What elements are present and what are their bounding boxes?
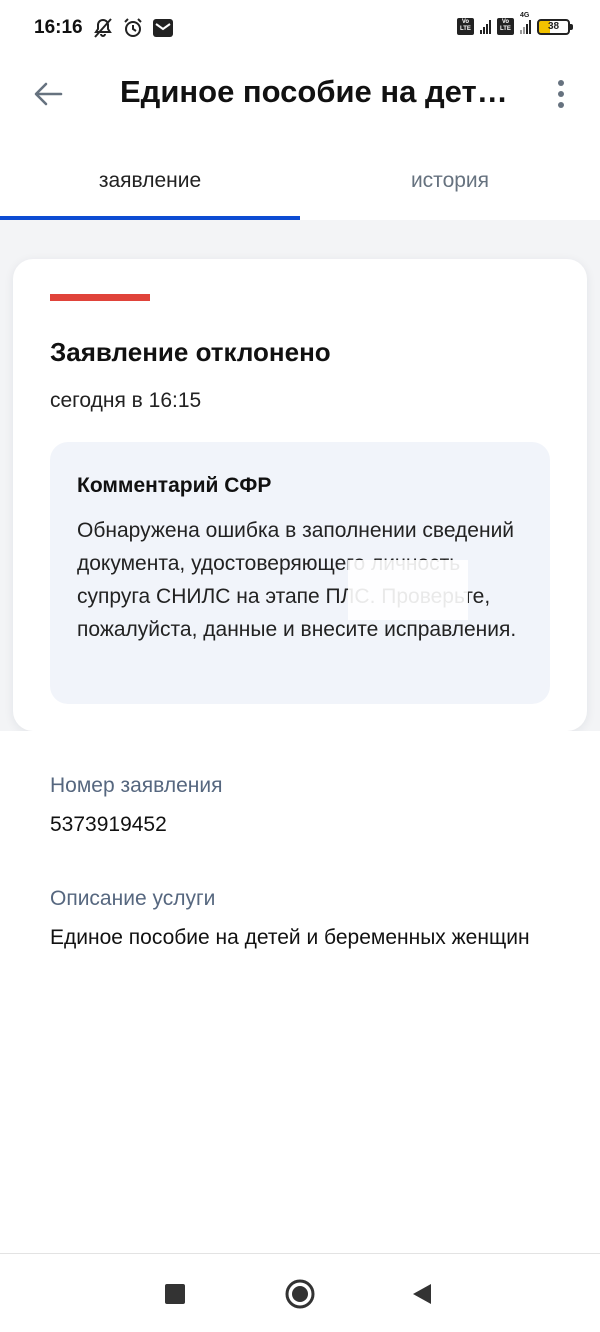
back-button[interactable] xyxy=(30,76,66,112)
mail-icon xyxy=(152,17,174,44)
app-bar: Единое пособие на детей и беременных жен… xyxy=(0,58,600,134)
application-number-value: 5373919452 xyxy=(50,813,167,836)
tab-indicator xyxy=(0,216,300,220)
application-number-label: Номер заявления xyxy=(50,774,223,797)
tab-application[interactable]: заявление xyxy=(0,134,300,220)
tabs: заявление история xyxy=(0,134,600,220)
service-description-value: Единое пособие на детей и беременных жен… xyxy=(50,926,530,949)
status-right-icons: Vo LTE Vo LTE 4G 38 xyxy=(457,12,573,35)
comment-text: Обнаружена ошибка в заполнении сведений … xyxy=(77,519,517,641)
volte-icon: Vo LTE xyxy=(497,18,514,35)
service-description-block: Описание услуги Единое пособие на детей … xyxy=(50,887,570,954)
service-description-label: Описание услуги xyxy=(50,887,216,910)
status-left-icons xyxy=(92,17,174,44)
page-title: Единое пособие на детей и беременных жен… xyxy=(120,74,520,109)
status-date: сегодня в 16:15 xyxy=(50,389,202,412)
tab-history[interactable]: история xyxy=(300,134,600,220)
signal-icon xyxy=(480,19,491,34)
comment-box: Комментарий СФР Обнаружена ошибка в запо… xyxy=(50,442,550,704)
status-time: 16:16 xyxy=(34,17,83,38)
nav-circle-icon[interactable] xyxy=(280,1278,320,1310)
alarm-icon xyxy=(122,17,144,44)
system-nav-bar xyxy=(0,1253,600,1332)
back-arrow-icon xyxy=(34,82,63,106)
battery-level: 38 xyxy=(547,20,560,32)
more-vert-icon[interactable] xyxy=(546,76,576,112)
muted-bell-icon xyxy=(92,17,114,44)
4g-icon: 4G xyxy=(520,12,531,34)
comment-heading: Комментарий СФР xyxy=(77,474,272,497)
status-stripe xyxy=(50,294,150,301)
status-card: Заявление отклонено сегодня в 16:15 Комм… xyxy=(13,259,587,731)
status-title: Заявление отклонено xyxy=(50,337,331,367)
status-bar: 16:16 Vo LTE Vo LTE 4G 38 xyxy=(0,0,600,58)
volte-icon: Vo LTE xyxy=(457,18,474,35)
nav-back-triangle-icon[interactable] xyxy=(402,1278,442,1310)
nav-square-icon[interactable] xyxy=(155,1278,195,1310)
battery-icon: 38 xyxy=(537,18,573,35)
application-number-block: Номер заявления 5373919452 xyxy=(50,774,570,841)
redaction-overlay xyxy=(348,560,468,620)
